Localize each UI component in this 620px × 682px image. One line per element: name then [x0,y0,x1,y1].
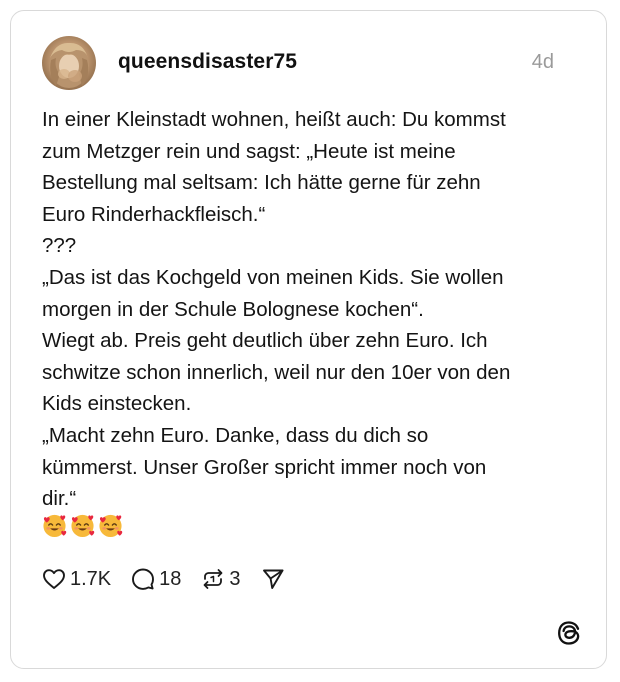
emoji-row [42,513,123,538]
post-text-line: dir.“ [42,487,77,511]
post-text-line: zum Metzger rein und sagst: „Heute ist m… [42,139,456,163]
speech-bubble-icon [132,568,155,590]
smiling-face-with-hearts-icon [43,514,67,538]
post-actions: 1.7K 18 3 [42,563,309,595]
repost-button[interactable]: 3 [201,567,241,591]
post-text: In einer Kleinstadt wohnen, heißt auch: … [42,104,578,515]
post-text-line: morgen in der Schule Bolognese kochen“. [42,297,424,321]
reply-count: 18 [159,567,182,590]
heart-icon [43,569,65,589]
smiling-face-with-hearts-icon [99,514,123,538]
threads-logo-icon [558,621,580,645]
post-text-line: In einer Kleinstadt wohnen, heißt auch: … [42,108,506,131]
post-text-line: Euro Rinderhackfleisch.“ [42,202,266,226]
like-count: 1.7K [70,567,112,590]
post-text-line: Kids einstecken. [42,392,192,416]
share-button[interactable] [261,567,289,591]
send-icon [262,569,283,589]
repost-icon [204,569,223,589]
post-text-line: kümmerst. Unser Großer spricht immer noc… [42,455,487,479]
post-text-line: ??? [42,234,77,258]
post-text-line: „Macht zehn Euro. Danke, dass du dich so [42,423,429,447]
post-text-line: Bestellung mal seltsam: Ich hätte gerne … [42,171,481,195]
smiling-face-with-hearts-icon [71,514,95,538]
post-timestamp[interactable]: 4d [532,51,554,74]
post-text-line: schwitze schon innerlich, weil nur den 1… [42,360,511,384]
reply-button[interactable]: 18 [131,567,181,591]
like-button[interactable]: 1.7K [42,568,111,591]
post-text-line: Wiegt ab. Preis geht deutlich über zehn … [42,329,488,353]
repost-count: 3 [229,567,241,590]
avatar[interactable] [42,36,96,90]
username[interactable]: queensdisaster75 [118,50,297,74]
post-text-line: „Das ist das Kochgeld von meinen Kids. S… [42,265,504,289]
